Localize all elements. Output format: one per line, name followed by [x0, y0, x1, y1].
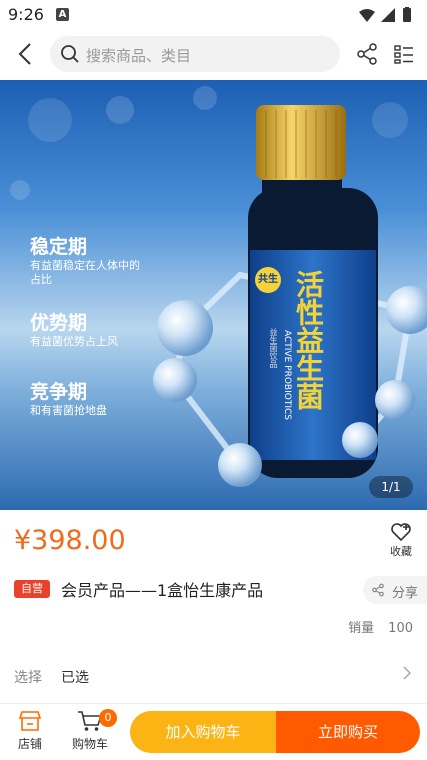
cart-button[interactable]: 购物车 0: [68, 709, 117, 752]
favorite-label: 收藏: [390, 545, 412, 558]
bottle-label-logo: 共生: [258, 274, 278, 285]
title-row: 自营 会员产品——1盒怡生康产品 分享: [0, 572, 427, 610]
image-page-counter: 1/1: [369, 476, 413, 498]
hero-section-desc: 有益菌优势占上风: [30, 335, 118, 348]
favorite-button[interactable]: 收藏: [387, 522, 415, 562]
buy-now-button[interactable]: 立即购买: [276, 711, 420, 753]
bottle-label-en: ACTIVE PROBIOTICS: [282, 330, 292, 420]
share-label: 分享: [392, 586, 419, 601]
signal-battery-icons: [359, 7, 411, 22]
share-icon[interactable]: [355, 42, 379, 66]
price-row: ¥398.00 收藏: [0, 510, 427, 572]
hero-section-title: 稳定期: [30, 236, 88, 258]
hero-section-title: 竞争期: [30, 381, 88, 403]
cart-count-badge: 0: [99, 709, 117, 727]
store-label: 店铺: [17, 737, 42, 751]
search-icon: [61, 45, 79, 63]
share-button[interactable]: 分享: [363, 576, 427, 604]
spec-selector[interactable]: 选择 已选: [0, 656, 427, 696]
chevron-right-icon: [403, 666, 412, 680]
menu-icon[interactable]: [392, 42, 416, 66]
hero-section-stable: 稳定期 有益菌稳定在人体中的 占比: [30, 232, 140, 287]
store-button[interactable]: 店铺: [14, 710, 46, 752]
product-price: ¥398.00: [14, 525, 126, 556]
bottle-label-sub: 益生菌饮品: [269, 328, 278, 368]
self-operated-badge: 自营: [14, 580, 50, 598]
back-arrow-icon[interactable]: [8, 38, 42, 70]
status-bar: 9:26 A: [0, 0, 427, 30]
select-label: 选择: [14, 670, 42, 686]
bottom-action-bar: 店铺 购物车 0 加入购物车 立即购买: [0, 703, 427, 760]
status-time: 9:26: [8, 5, 44, 24]
store-icon: [18, 711, 42, 731]
top-bar: 搜索商品、类目: [0, 30, 427, 78]
bottle-label-main: 活性益生菌: [292, 270, 325, 410]
search-placeholder: 搜索商品、类目: [86, 47, 192, 65]
select-value: 已选: [61, 670, 89, 686]
hero-section-competition: 竞争期 和有害菌抢地盘: [30, 377, 107, 418]
product-illustration: [10, 86, 427, 487]
cart-label: 购物车: [71, 737, 108, 751]
hero-section-title: 优势期: [30, 312, 88, 334]
hero-section-desc: 有益菌稳定在人体中的: [30, 259, 140, 272]
heart-plus-icon: [391, 523, 411, 542]
sales-value: 100: [388, 621, 413, 636]
add-to-cart-button[interactable]: 加入购物车: [130, 711, 276, 753]
hero-section-dominant: 优势期 有益菌优势占上风: [30, 308, 118, 349]
sales-label: 销量: [348, 621, 375, 636]
hero-section-desc: 和有害菌抢地盘: [30, 404, 107, 417]
product-title: 会员产品——1盒怡生康产品: [61, 581, 264, 600]
hero-section-desc: 占比: [30, 273, 52, 286]
notification-icon: A: [56, 8, 69, 21]
product-image-carousel[interactable]: 稳定期 有益菌稳定在人体中的 占比 优势期 有益菌优势占上风 竞争期 和有害菌抢…: [0, 80, 427, 510]
share-icon: [372, 583, 384, 597]
search-input[interactable]: 搜索商品、类目: [50, 36, 340, 72]
sales-info: 销量 100: [348, 617, 413, 636]
